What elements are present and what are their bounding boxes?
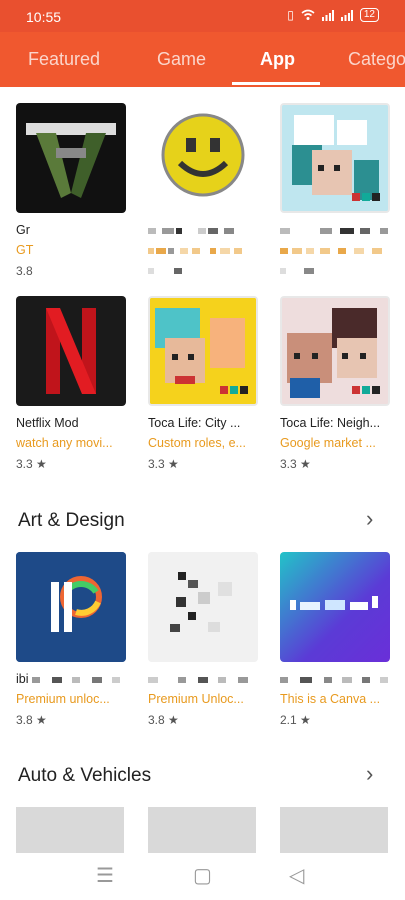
app-rating: 2.1 ★ xyxy=(280,713,311,727)
app-desc: This is a Canva ... xyxy=(280,692,381,706)
home-icon[interactable]: ▢ xyxy=(193,863,212,888)
redacted-text xyxy=(148,677,248,683)
redacted-text xyxy=(148,248,242,254)
section-title-art-design: Art & Design xyxy=(18,510,125,531)
menu-icon[interactable]: ☰ xyxy=(96,863,114,888)
app-rating: 3.3 ★ xyxy=(148,457,179,471)
app-name xyxy=(148,223,260,239)
app-card-toca-city[interactable]: Toca Life: City ... Custom roles, e... 3… xyxy=(148,296,260,472)
signal-icon xyxy=(321,9,334,21)
app-name: ibi xyxy=(16,672,128,688)
star-icon: ★ xyxy=(300,457,311,471)
star-icon: ★ xyxy=(168,457,179,471)
tab-app[interactable]: App xyxy=(260,49,295,70)
tab-featured[interactable]: Featured xyxy=(28,49,100,70)
redacted-text xyxy=(280,248,382,254)
app-icon-sketch xyxy=(148,552,258,662)
signal-icon-2 xyxy=(340,9,353,21)
app-desc: Premium Unloc... xyxy=(148,692,244,706)
tab-bar: Featured Game App Catego xyxy=(0,32,405,87)
app-icon-toca xyxy=(280,103,390,213)
app-name: Netflix Mod xyxy=(16,416,79,430)
app-desc: watch any movi... xyxy=(16,436,113,450)
app-desc: Custom roles, e... xyxy=(148,436,246,450)
app-icon-smiley xyxy=(148,103,258,213)
app-icon-placeholder[interactable] xyxy=(16,807,124,853)
app-name xyxy=(148,672,260,688)
chevron-right-icon[interactable]: › xyxy=(366,761,373,787)
app-card[interactable]: ibi Premium unloc... 3.8 ★ xyxy=(16,552,128,728)
app-card[interactable]: Premium Unloc... 3.8 ★ xyxy=(148,552,260,728)
app-card-toca-neighborhood[interactable]: Toca Life: Neigh... Google market ... 3.… xyxy=(280,296,392,472)
app-rating: 3.8 ★ xyxy=(16,713,47,727)
redacted-text xyxy=(148,228,234,234)
app-rating: 3.8 ★ xyxy=(148,713,179,727)
app-card-netflix[interactable]: Netflix Mod watch any movi... 3.3 ★ xyxy=(16,296,128,472)
app-icon-gta xyxy=(16,103,126,213)
redacted-text xyxy=(148,268,182,274)
app-name xyxy=(280,672,392,688)
star-icon: ★ xyxy=(168,713,179,727)
redacted-text xyxy=(280,228,388,234)
app-icon-ibis-paint xyxy=(16,552,126,662)
star-icon: ★ xyxy=(36,713,47,727)
status-icons: ▯ 12 xyxy=(287,8,379,22)
vibrate-icon: ▯ xyxy=(287,8,294,22)
app-icon-placeholder[interactable] xyxy=(148,807,256,853)
app-desc: Premium unloc... xyxy=(16,692,110,706)
star-icon: ★ xyxy=(300,713,311,727)
app-card[interactable]: This is a Canva ... 2.1 ★ xyxy=(280,552,392,728)
app-icon-toca-neighborhood xyxy=(280,296,390,406)
app-rating: 3.8 xyxy=(16,264,33,278)
main-content: Gr GT 3.8 Netflix Mod watch any movi... … xyxy=(0,87,405,853)
section-title-auto-vehicles: Auto & Vehicles xyxy=(18,765,152,786)
app-name: Toca Life: City ... xyxy=(148,416,241,430)
app-desc xyxy=(148,243,260,259)
app-name xyxy=(280,223,392,239)
app-rating: 3.3 ★ xyxy=(280,457,311,471)
back-icon[interactable]: ◁ xyxy=(289,863,304,888)
tab-category[interactable]: Catego xyxy=(348,49,405,70)
app-icon-placeholder[interactable] xyxy=(280,807,388,853)
battery-icon: 12 xyxy=(359,8,379,22)
status-bar: 10:55 ▯ 12 xyxy=(0,0,405,32)
star-icon: ★ xyxy=(36,457,47,471)
app-icon-canva xyxy=(280,552,390,662)
app-card[interactable]: Gr GT 3.8 xyxy=(16,103,128,279)
tab-game[interactable]: Game xyxy=(157,49,206,70)
app-name: Gr xyxy=(16,223,30,237)
app-desc xyxy=(280,243,392,259)
app-card[interactable] xyxy=(148,103,260,279)
active-tab-indicator xyxy=(232,82,320,85)
app-card[interactable] xyxy=(280,103,392,279)
app-icon-toca-city xyxy=(148,296,258,406)
app-rating: 3.3 ★ xyxy=(16,457,47,471)
app-rating xyxy=(280,264,392,279)
app-name: Toca Life: Neigh... xyxy=(280,416,381,430)
redacted-text xyxy=(32,676,120,683)
app-desc: Google market ... xyxy=(280,436,376,450)
wifi-icon xyxy=(301,9,315,20)
app-desc: GT xyxy=(16,243,34,257)
chevron-right-icon[interactable]: › xyxy=(366,506,373,532)
app-rating xyxy=(148,264,260,279)
redacted-text xyxy=(280,268,314,274)
redacted-text xyxy=(280,677,388,683)
status-time: 10:55 xyxy=(26,9,62,25)
system-nav-bar: ☰ ▢ ◁ xyxy=(0,853,405,900)
app-icon-netflix xyxy=(16,296,126,406)
